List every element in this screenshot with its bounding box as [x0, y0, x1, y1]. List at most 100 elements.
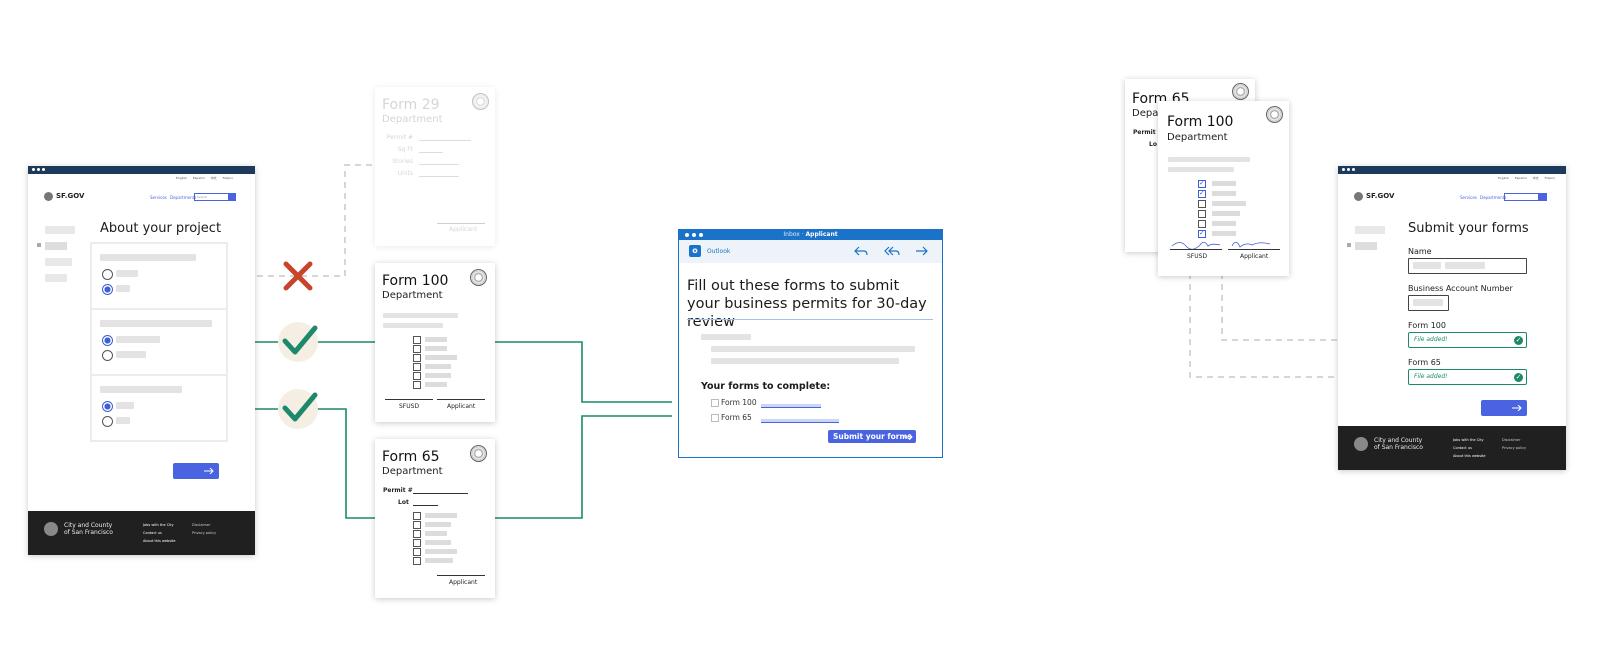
- success-check-icon: ✓: [1514, 373, 1523, 382]
- signature-label: Applicant: [449, 579, 478, 586]
- search-button[interactable]: [228, 193, 236, 201]
- forward-icon[interactable]: [915, 246, 929, 256]
- nav-departments[interactable]: Departments: [1480, 195, 1506, 200]
- signature-label: Applicant: [447, 403, 476, 410]
- footer-link[interactable]: Privacy policy: [1502, 446, 1526, 450]
- radio-option-selected[interactable]: [102, 284, 113, 295]
- nav-departments[interactable]: Departments: [170, 195, 196, 200]
- radio-option-selected[interactable]: [102, 401, 113, 412]
- footer-link[interactable]: Jobs with the City: [143, 523, 174, 527]
- form65-email-connector: [495, 415, 672, 519]
- form-link[interactable]: [761, 419, 839, 423]
- name-label: Name: [1408, 247, 1432, 256]
- field-label: Permit #: [383, 487, 413, 494]
- footer-link[interactable]: Jobs with the City: [1453, 438, 1484, 442]
- browser-bar: [1338, 166, 1566, 174]
- sidebar-marker: [37, 243, 41, 247]
- form-title: Form 100: [382, 273, 449, 289]
- signature-label: Applicant: [1240, 253, 1269, 260]
- reply-all-icon[interactable]: [884, 246, 900, 256]
- checkbox[interactable]: [711, 399, 719, 407]
- seal-icon: [1232, 83, 1249, 100]
- reply-icon[interactable]: [854, 246, 868, 256]
- footer-link[interactable]: About this website: [143, 539, 176, 543]
- seal-icon: [1266, 106, 1283, 123]
- sidebar-item[interactable]: [45, 258, 72, 266]
- footer-name-1: City and County: [1374, 437, 1423, 444]
- checked-icon: ✓: [1198, 179, 1206, 188]
- sidebar-marker: [1347, 243, 1351, 247]
- page-title: Submit your forms: [1408, 221, 1529, 236]
- site-logo[interactable]: SF.GOV: [1366, 192, 1394, 200]
- app-name: Outlook: [707, 248, 731, 255]
- radio-option-selected[interactable]: [102, 335, 113, 346]
- sidebar-item[interactable]: [45, 274, 67, 282]
- name-field[interactable]: [1408, 258, 1527, 274]
- signature-label: Applicant: [449, 226, 478, 233]
- radio-option[interactable]: [102, 269, 113, 280]
- radio-option[interactable]: [102, 350, 113, 361]
- email-headline: Fill out these forms to submit your busi…: [687, 278, 927, 330]
- submit-forms-button[interactable]: Submit your forms: [828, 430, 916, 443]
- browser-bar: [28, 166, 255, 174]
- ban-field[interactable]: [1408, 295, 1449, 311]
- page-title: About your project: [100, 221, 222, 236]
- arrow-right-icon: [1512, 405, 1522, 411]
- outlook-icon: o: [689, 245, 701, 257]
- seal-icon: [44, 522, 58, 536]
- form100-upload-field[interactable]: File added! ✓: [1408, 332, 1527, 348]
- site-logo[interactable]: SF.GOV: [56, 192, 84, 200]
- search-input[interactable]: [1504, 193, 1539, 201]
- checked-icon: ✓: [1198, 189, 1206, 198]
- checkbox[interactable]: [711, 414, 719, 422]
- next-button[interactable]: [173, 463, 219, 479]
- search-input[interactable]: Search: [194, 193, 231, 201]
- form-100-card: Form 100 Department SFUSD Applicant: [375, 263, 495, 422]
- language-links[interactable]: English Español 中文 Filipino: [176, 176, 233, 180]
- form100-email-connector: [495, 341, 672, 403]
- footer-link[interactable]: About this website: [1453, 454, 1486, 458]
- form-link[interactable]: [761, 404, 821, 408]
- language-links[interactable]: English Español 中文 Filipino: [1498, 176, 1555, 180]
- question-card: [90, 242, 228, 310]
- right-site-window: English Español 中文 Filipino SF.GOV Services…: [1338, 166, 1566, 470]
- form-title: Form 29: [382, 97, 440, 113]
- form-65-card: Form 65 Department Permit # Lot Applican…: [375, 439, 495, 598]
- arrow-right-icon: [204, 468, 214, 474]
- seal-icon: [1354, 192, 1363, 201]
- forms-heading: Your forms to complete:: [701, 381, 831, 392]
- field-label: Units: [397, 170, 413, 177]
- field-label: Stories: [392, 158, 413, 165]
- nav-services[interactable]: Services: [150, 195, 167, 200]
- nav-services[interactable]: Services: [1460, 195, 1477, 200]
- form-department: Department: [382, 466, 443, 477]
- sidebar-item[interactable]: [45, 242, 67, 250]
- seal-icon: [472, 93, 489, 110]
- footer-link[interactable]: Contact us: [1453, 446, 1472, 450]
- form65-upload-field[interactable]: File added! ✓: [1408, 369, 1527, 385]
- arrow-right-icon: [904, 434, 913, 440]
- sidebar-item[interactable]: [1355, 242, 1377, 250]
- footer-link[interactable]: Disclaimer: [1502, 438, 1521, 442]
- form-item-label: Form 100: [721, 398, 757, 407]
- form100-label: Form 100: [1408, 321, 1446, 330]
- site-footer: City and County of San Francisco Jobs wi…: [28, 511, 255, 555]
- radio-option[interactable]: [102, 416, 113, 427]
- field-label: Sq Ft: [397, 146, 413, 153]
- site-footer: City and County of San Francisco Jobs wi…: [1338, 426, 1566, 470]
- search-button[interactable]: [1539, 193, 1547, 201]
- sidebar-item[interactable]: [1355, 226, 1385, 234]
- divider: [687, 319, 933, 320]
- form-title: Form 65: [382, 449, 440, 465]
- footer-link[interactable]: Privacy policy: [192, 531, 216, 535]
- window-title: Inbox · Applicant: [783, 231, 838, 238]
- footer-link[interactable]: Contact us: [143, 531, 162, 535]
- field-label: Lot: [398, 499, 409, 506]
- field-label: Lo: [1149, 141, 1157, 148]
- form-item-label: Form 65: [721, 413, 752, 422]
- signature-label: SFUSD: [1187, 253, 1208, 260]
- footer-link[interactable]: Disclaimer: [192, 523, 211, 527]
- sidebar-item[interactable]: [45, 226, 75, 234]
- submit-button[interactable]: [1481, 400, 1527, 416]
- footer-name-1: City and County: [64, 522, 113, 529]
